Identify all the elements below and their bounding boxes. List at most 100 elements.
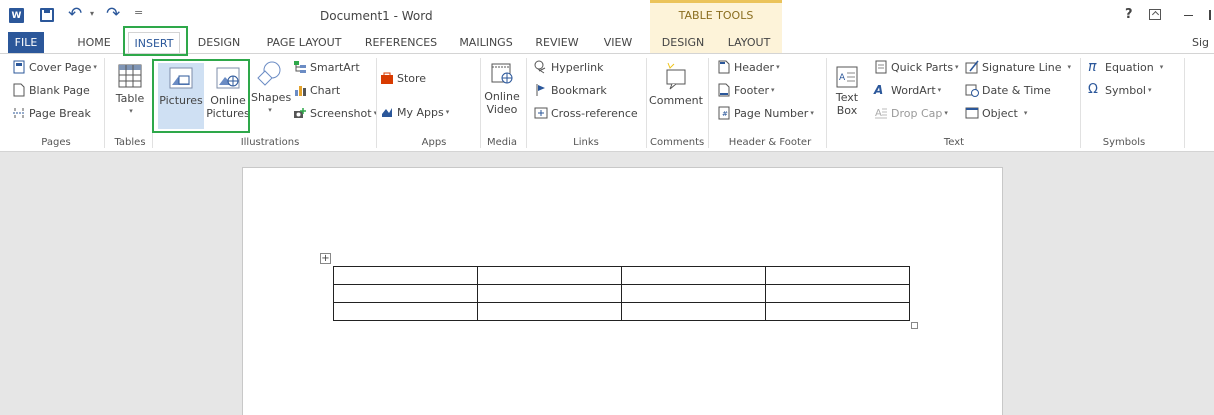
- group-label-header-footer: Header & Footer: [728, 137, 812, 148]
- screenshot-label: Screenshot: [310, 106, 372, 120]
- omega-icon: Ω: [1088, 82, 1098, 97]
- my-apps-button[interactable]: My Apps ▾: [380, 105, 449, 119]
- help-icon[interactable]: ?: [1125, 7, 1133, 22]
- chevron-down-icon: ▾: [1067, 63, 1072, 71]
- table-cell[interactable]: [765, 266, 910, 285]
- tab-table-layout[interactable]: LAYOUT: [716, 32, 782, 53]
- redo-icon[interactable]: ↷: [106, 4, 120, 24]
- bookmark-button[interactable]: Bookmark: [534, 83, 607, 97]
- tab-design[interactable]: DESIGN: [196, 32, 242, 53]
- table-cell[interactable]: [333, 302, 478, 321]
- drop-cap-icon: A: [874, 106, 888, 120]
- cross-reference-icon: [534, 106, 548, 120]
- online-pictures-button[interactable]: Online Pictures: [206, 65, 250, 120]
- group-separator: [708, 58, 709, 148]
- header-button[interactable]: Header ▾: [717, 60, 780, 74]
- smartart-label: SmartArt: [310, 60, 360, 74]
- date-time-button[interactable]: Date & Time: [965, 83, 1051, 97]
- quick-parts-label: Quick Parts: [891, 60, 954, 74]
- table-resize-handle-icon[interactable]: [911, 322, 918, 329]
- tab-table-design[interactable]: DESIGN: [650, 32, 716, 53]
- group-label-illustrations: Illustrations: [240, 137, 300, 148]
- hyperlink-button[interactable]: Hyperlink: [534, 60, 604, 74]
- window-control-partial-icon[interactable]: [1209, 10, 1211, 20]
- signature-line-button[interactable]: Signature Line ▾: [965, 60, 1071, 74]
- page-number-icon: #: [717, 106, 731, 120]
- chevron-down-icon: ▾: [776, 63, 780, 71]
- ribbon-display-options-icon[interactable]: [1149, 9, 1161, 20]
- ribbon-tabs: FILE HOME INSERT DESIGN PAGE LAYOUT REFE…: [0, 32, 1214, 54]
- table-cell[interactable]: [621, 284, 766, 303]
- tab-file[interactable]: FILE: [8, 32, 44, 53]
- tab-page-layout[interactable]: PAGE LAYOUT: [264, 32, 344, 53]
- svg-text:A: A: [839, 73, 846, 83]
- table-cell[interactable]: [333, 266, 478, 285]
- page-break-icon: [12, 106, 26, 120]
- page-break-button[interactable]: Page Break: [12, 106, 91, 120]
- pictures-label: Pictures: [159, 94, 203, 107]
- table-row: [333, 302, 910, 321]
- drop-cap-label: Drop Cap: [891, 106, 943, 120]
- table-move-handle-icon[interactable]: +: [320, 253, 331, 264]
- table-cell[interactable]: [477, 266, 622, 285]
- cover-page-button[interactable]: Cover Page ▾: [12, 60, 97, 74]
- table-cell[interactable]: [765, 284, 910, 303]
- quick-parts-button[interactable]: Quick Parts ▾: [874, 60, 959, 74]
- wordart-button[interactable]: A WordArt ▾: [874, 83, 941, 97]
- chevron-down-icon: ▾: [810, 109, 814, 117]
- pictures-icon: [168, 65, 194, 91]
- tab-home[interactable]: HOME: [72, 32, 116, 53]
- tab-view[interactable]: VIEW: [598, 32, 638, 53]
- chart-button[interactable]: Chart: [293, 83, 340, 97]
- minimize-icon[interactable]: [1184, 15, 1193, 16]
- chart-icon: [293, 83, 307, 97]
- save-icon[interactable]: [40, 8, 54, 22]
- symbol-button[interactable]: Ω Symbol ▾: [1088, 83, 1152, 97]
- group-separator: [526, 58, 527, 148]
- table-cell[interactable]: [621, 302, 766, 321]
- tab-mailings[interactable]: MAILINGS: [456, 32, 516, 53]
- table-cell[interactable]: [477, 302, 622, 321]
- table-button[interactable]: Table ▾: [110, 63, 150, 118]
- tab-review[interactable]: REVIEW: [534, 32, 580, 53]
- shapes-button[interactable]: Shapes ▾: [251, 60, 292, 117]
- undo-dropdown-icon[interactable]: ▾: [90, 9, 94, 18]
- footer-label: Footer: [734, 83, 769, 97]
- object-button[interactable]: Object ▾: [965, 106, 1027, 120]
- comment-button[interactable]: Comment: [648, 59, 704, 107]
- tab-references[interactable]: REFERENCES: [364, 32, 438, 53]
- word-app-icon[interactable]: W: [9, 8, 24, 23]
- wordart-label: WordArt: [891, 83, 936, 97]
- tab-insert[interactable]: INSERT: [128, 32, 180, 54]
- text-box-button[interactable]: A Text Box: [832, 66, 862, 117]
- page-number-button[interactable]: # Page Number ▾: [717, 106, 814, 120]
- cross-reference-button[interactable]: Cross-reference: [534, 106, 638, 120]
- document-table[interactable]: [333, 266, 910, 321]
- undo-icon[interactable]: ↶: [68, 4, 82, 24]
- footer-button[interactable]: Footer ▾: [717, 83, 775, 97]
- equation-button[interactable]: π Equation ▾: [1088, 60, 1163, 74]
- sign-in-link[interactable]: Sig: [1192, 32, 1209, 53]
- online-video-button[interactable]: Online Video: [482, 61, 522, 116]
- store-button[interactable]: Store: [380, 71, 426, 85]
- svg-text:A: A: [875, 108, 882, 119]
- group-label-media: Media: [486, 137, 518, 148]
- online-pictures-label-2: Pictures: [206, 107, 250, 120]
- table-cell[interactable]: [333, 284, 478, 303]
- signature-line-icon: [965, 60, 979, 74]
- table-cell[interactable]: [765, 302, 910, 321]
- blank-page-button[interactable]: Blank Page: [12, 83, 90, 97]
- customize-qat-icon[interactable]: =: [134, 6, 143, 19]
- comment-label: Comment: [649, 94, 703, 107]
- table-cell[interactable]: [621, 266, 766, 285]
- group-label-symbols: Symbols: [1102, 137, 1146, 148]
- screenshot-button[interactable]: Screenshot▾: [293, 106, 377, 120]
- drop-cap-button[interactable]: A Drop Cap ▾: [874, 106, 948, 120]
- table-cell[interactable]: [477, 284, 622, 303]
- shapes-label: Shapes: [251, 91, 292, 104]
- pictures-button[interactable]: Pictures: [158, 65, 204, 107]
- smartart-button[interactable]: SmartArt: [293, 60, 360, 74]
- table-tools-header: TABLE TOOLS: [650, 0, 782, 32]
- title-bar: W ↶ ▾ ↷ = Document1 - Word TABLE TOOLS ?: [0, 0, 1214, 32]
- text-box-icon: A: [836, 66, 858, 88]
